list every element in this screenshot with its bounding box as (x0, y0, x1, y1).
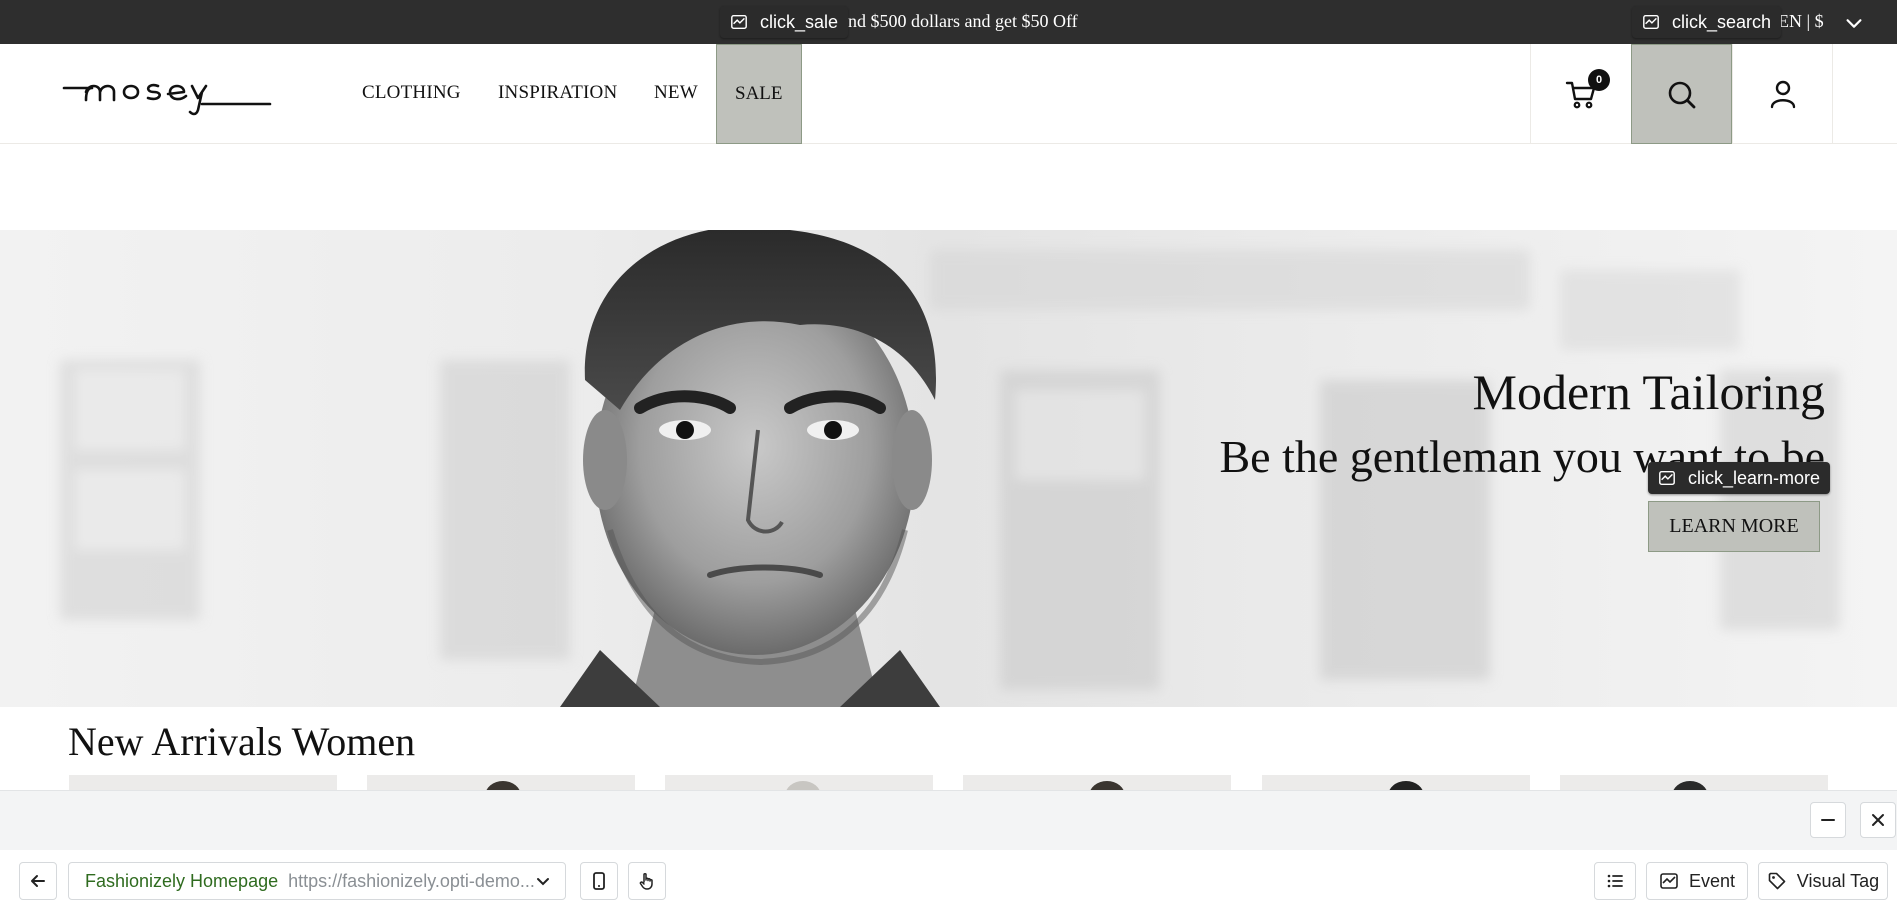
editor-toolbar: Fashionizely Homepage https://fashionize… (0, 850, 1897, 907)
visual-tag-label: click_sale (760, 11, 839, 32)
product-card[interactable] (963, 775, 1231, 790)
tool-panel-header (0, 790, 1897, 850)
promo-bar: end $500 dollars and get $50 Off EN | $ (0, 0, 1897, 44)
hero-title: Modern Tailoring (1472, 364, 1825, 420)
list-view-button[interactable] (1594, 862, 1636, 900)
promo-text: end $500 dollars and get $50 Off (840, 11, 1078, 31)
product-card[interactable] (665, 775, 933, 790)
arrow-left-icon (31, 875, 45, 887)
interact-mode-button[interactable] (628, 862, 666, 900)
account-button[interactable] (1732, 44, 1833, 144)
visual-tag-label: Visual Tag (1796, 870, 1880, 891)
tag-icon (1768, 872, 1786, 890)
nav-sale[interactable]: SALE (716, 44, 802, 144)
tag-chart-icon (731, 14, 747, 30)
event-chart-icon (1660, 873, 1678, 889)
product-card[interactable] (69, 775, 337, 790)
event-button[interactable]: Event (1646, 862, 1748, 900)
tag-chart-icon (1643, 14, 1659, 30)
page-url: https://fashionizely.opti-demo... (288, 870, 535, 891)
product-card[interactable] (367, 775, 635, 790)
visual-tag-label: click_learn-more (1688, 467, 1821, 488)
close-icon (1872, 814, 1884, 826)
product-card[interactable] (1560, 775, 1828, 790)
visual-tag-button[interactable]: Visual Tag (1758, 862, 1888, 900)
visual-tag-click-search[interactable]: click_search (1632, 6, 1782, 38)
close-button[interactable] (1860, 802, 1896, 838)
learn-more-button[interactable]: LEARN MORE (1648, 501, 1820, 552)
minimize-button[interactable] (1810, 802, 1846, 838)
visual-tag-click-learn-more[interactable]: click_learn-more (1648, 462, 1831, 494)
site-header: CLOTHING INSPIRATION NEW SALE 0 (0, 44, 1897, 144)
visual-tag-label: click_search (1672, 11, 1772, 32)
search-button[interactable] (1631, 44, 1732, 144)
locale-currency-selector[interactable]: EN | $ (1778, 11, 1824, 32)
chevron-down-icon (537, 878, 549, 886)
tag-chart-icon (1659, 470, 1675, 486)
back-button[interactable] (19, 862, 57, 900)
search-icon (1668, 81, 1696, 109)
product-card[interactable] (1262, 775, 1530, 790)
page-name: Fashionizely Homepage (85, 870, 279, 891)
hand-pointer-icon (639, 873, 653, 890)
list-icon (1607, 874, 1623, 888)
nav-inspiration[interactable]: INSPIRATION (498, 82, 617, 104)
page-selector[interactable]: Fashionizely Homepage https://fashionize… (68, 862, 566, 900)
user-icon (1770, 80, 1796, 109)
nav-new[interactable]: NEW (654, 82, 698, 104)
nav-sale-label: SALE (735, 83, 783, 104)
visual-tag-click-sale[interactable]: click_sale (720, 6, 849, 38)
cart-button[interactable]: 0 (1530, 44, 1631, 144)
mobile-device-icon (593, 872, 605, 890)
chevron-down-icon[interactable] (1843, 12, 1865, 34)
new-arrivals-title: New Arrivals Women (68, 719, 416, 764)
mobile-view-button[interactable] (580, 862, 618, 900)
cart-count-badge: 0 (1588, 69, 1610, 91)
nav-clothing[interactable]: CLOTHING (362, 82, 461, 104)
minus-icon (1821, 819, 1835, 821)
mosey-logo[interactable] (62, 70, 272, 120)
event-label: Event (1688, 870, 1736, 891)
hero-banner: Modern Tailoring Be the gentleman you wa… (0, 230, 1897, 707)
